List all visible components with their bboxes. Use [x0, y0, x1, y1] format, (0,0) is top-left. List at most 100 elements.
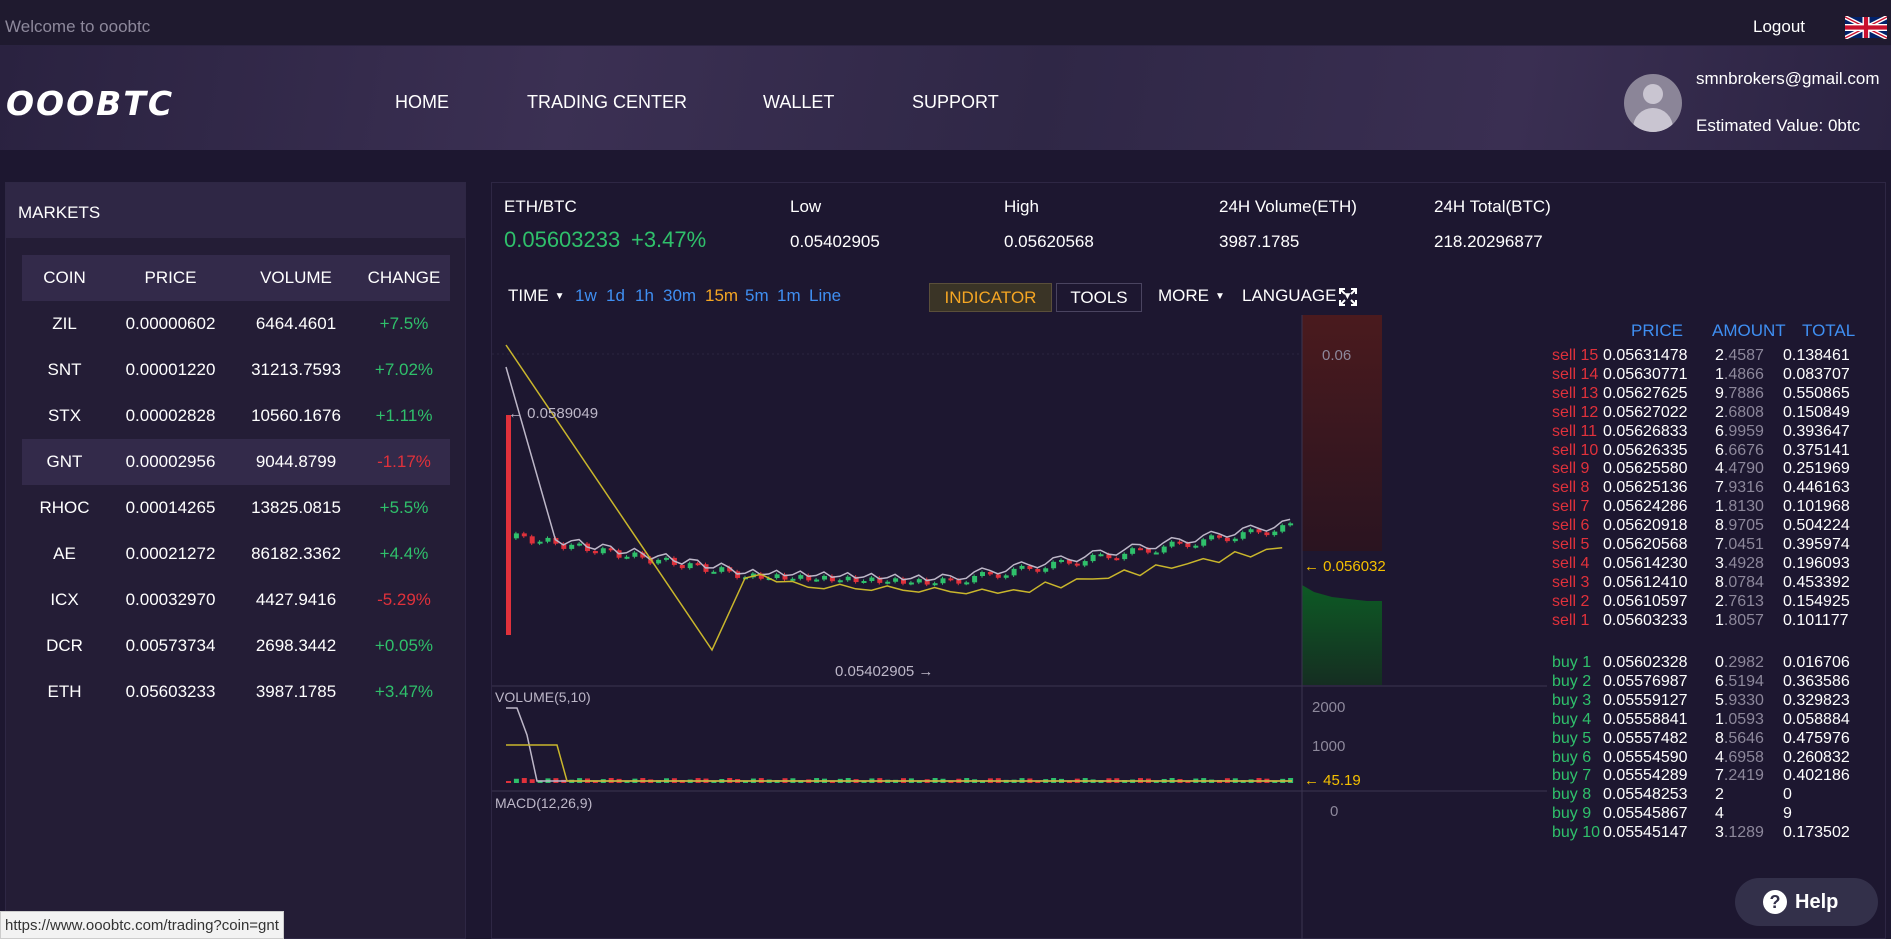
market-change: +0.05%: [374, 636, 434, 655]
markets-table-header: COIN PRICE VOLUME CHANGE: [22, 255, 450, 301]
interval-30m[interactable]: 30m: [663, 286, 696, 306]
nav-trading-center[interactable]: TRADING CENTER: [527, 92, 687, 113]
nav-wallet[interactable]: WALLET: [763, 92, 834, 113]
order-total: 0.504224: [1783, 517, 1850, 535]
candle-body: [940, 578, 946, 584]
candle-body: [1217, 535, 1222, 538]
market-row[interactable]: AE 0.00021272 86182.3362 +4.4%: [22, 531, 450, 577]
candle-body: [893, 578, 899, 582]
interval-1m[interactable]: 1m: [777, 286, 801, 306]
market-row[interactable]: GNT 0.00002956 9044.8799 -1.17%: [22, 439, 450, 485]
site-logo[interactable]: OOOBTC: [6, 84, 174, 123]
order-total: 0.150849: [1783, 403, 1850, 421]
order-amount: 1.8130: [1715, 498, 1764, 516]
order-total: 9: [1783, 805, 1792, 823]
interval-1w[interactable]: 1w: [575, 286, 597, 306]
order-amount: 6.5194: [1715, 672, 1764, 690]
col-change[interactable]: CHANGE: [358, 268, 450, 288]
order-total: 0.260832: [1783, 748, 1850, 766]
candle-body: [1185, 543, 1191, 547]
order-total: 0.550865: [1783, 384, 1850, 402]
help-button[interactable]: ? Help: [1735, 878, 1878, 926]
candle-body: [521, 533, 527, 537]
order-label: buy 3: [1552, 691, 1592, 709]
order-label: buy 8: [1552, 786, 1592, 804]
market-change: +7.02%: [374, 360, 434, 379]
market-volume: 3987.1785: [255, 682, 337, 701]
order-amount: 9.7886: [1715, 384, 1764, 402]
logout-link[interactable]: Logout: [1753, 17, 1805, 37]
col-price[interactable]: PRICE: [107, 268, 234, 288]
candle-body: [822, 575, 827, 580]
nav-home[interactable]: HOME: [395, 92, 449, 113]
top-bar: Welcome to ooobtc Logout: [0, 0, 1891, 46]
order-amount: 6.6676: [1715, 441, 1764, 459]
market-change: +5.5%: [379, 498, 429, 517]
market-row[interactable]: SNT 0.00001220 31213.7593 +7.02%: [22, 347, 450, 393]
candle-body: [1280, 525, 1286, 532]
interval-5m[interactable]: 5m: [745, 286, 769, 306]
fullscreen-icon[interactable]: [1338, 287, 1358, 307]
order-label: sell 8: [1552, 479, 1590, 497]
order-total: 0.101968: [1783, 498, 1850, 516]
ticker-low-label: Low: [790, 197, 822, 216]
chevron-down-icon: ▼: [554, 291, 565, 303]
market-row[interactable]: ICX 0.00032970 4427.9416 -5.29%: [22, 577, 450, 623]
main-navbar: OOOBTC HOME TRADING CENTER WALLET SUPPOR…: [0, 46, 1891, 150]
time-dropdown[interactable]: TIME ▼: [508, 286, 565, 306]
user-email[interactable]: smnbrokers@gmail.com: [1696, 69, 1880, 89]
candle-body: [1169, 541, 1175, 547]
order-amount: 7.2419: [1715, 767, 1764, 785]
order-amount: 1.0593: [1715, 710, 1764, 728]
col-coin[interactable]: COIN: [22, 268, 107, 288]
market-row[interactable]: ZIL 0.00000602 6464.4601 +7.5%: [22, 301, 450, 347]
candle-body: [577, 543, 583, 546]
candle-body: [1051, 561, 1057, 569]
order-label: sell 10: [1552, 441, 1599, 459]
uk-flag-icon[interactable]: [1845, 16, 1887, 39]
ticker-total-label: 24H Total(BTC): [1434, 197, 1551, 216]
candle-body: [1114, 558, 1120, 561]
language-dropdown[interactable]: LANGUAGE ▼: [1242, 286, 1352, 306]
candle-body: [798, 575, 804, 579]
market-row[interactable]: RHOC 0.00014265 13825.0815 +5.5%: [22, 485, 450, 531]
interval-1h[interactable]: 1h: [635, 286, 654, 306]
order-price: 0.05554289: [1603, 767, 1688, 785]
candle-body: [1043, 568, 1049, 572]
nav-support[interactable]: SUPPORT: [912, 92, 999, 113]
market-coin: AE: [53, 544, 76, 563]
market-row[interactable]: STX 0.00002828 10560.1676 +1.11%: [22, 393, 450, 439]
tools-button[interactable]: TOOLS: [1056, 283, 1142, 312]
markets-title: MARKETS: [6, 183, 465, 238]
candle-body: [1019, 565, 1025, 569]
user-avatar-icon[interactable]: [1624, 74, 1682, 132]
candle-body: [545, 537, 551, 542]
market-volume: 86182.3362: [251, 544, 341, 563]
interval-line[interactable]: Line: [809, 286, 841, 306]
sell-order-row[interactable]: sell 1 0.05603233 1.8057 0.101177: [1547, 612, 1887, 634]
order-amount: 1.8057: [1715, 611, 1764, 629]
market-change: -5.29%: [377, 590, 431, 609]
order-price: 0.05610597: [1603, 592, 1688, 610]
status-bar-url: https://www.ooobtc.com/trading?coin=gnt: [0, 911, 284, 939]
interval-15m[interactable]: 15m: [705, 286, 738, 306]
col-volume[interactable]: VOLUME: [234, 268, 358, 288]
more-dropdown[interactable]: MORE ▼: [1158, 286, 1225, 306]
candle-body: [861, 581, 867, 584]
interval-1d[interactable]: 1d: [606, 286, 625, 306]
order-label: buy 7: [1552, 767, 1592, 785]
help-icon: ?: [1763, 890, 1787, 914]
candle-body: [1153, 552, 1159, 555]
order-amount: 1.4866: [1715, 365, 1764, 383]
order-label: sell 3: [1552, 573, 1590, 591]
indicator-button[interactable]: INDICATOR: [929, 283, 1052, 312]
market-row[interactable]: ETH 0.05603233 3987.1785 +3.47%: [22, 669, 450, 715]
price-chart[interactable]: 0.06 ← 0.0589049 0.05402905 → ← 0.056032…: [492, 315, 1547, 939]
market-price: 0.00002828: [125, 406, 216, 425]
market-row[interactable]: DCR 0.00573734 2698.3442 +0.05%: [22, 623, 450, 669]
buy-order-row[interactable]: buy 10 0.05545147 3.1289 0.173502: [1547, 824, 1887, 846]
order-amount: 4: [1715, 805, 1724, 823]
order-price: 0.05576987: [1603, 672, 1688, 690]
markets-table: COIN PRICE VOLUME CHANGE ZIL 0.00000602 64…: [22, 255, 450, 715]
order-label: sell 5: [1552, 536, 1590, 553]
